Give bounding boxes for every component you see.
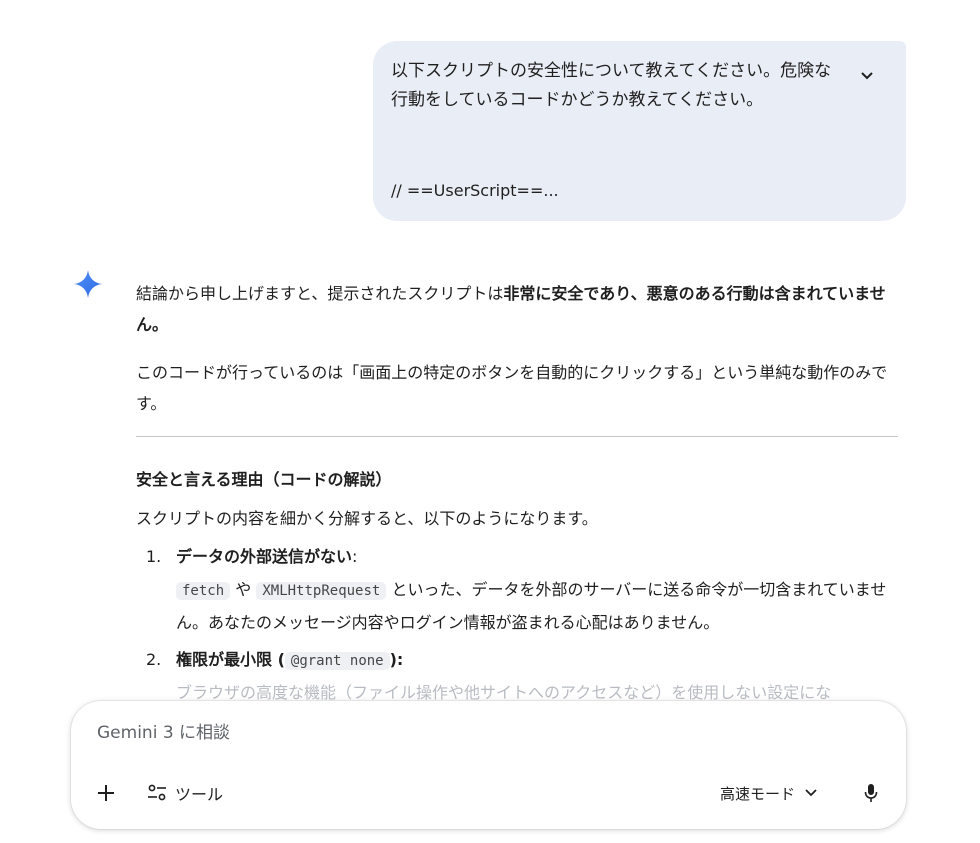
- list-item-body: fetch や XMLHttpRequest といった、データを外部のサーバーに…: [176, 574, 896, 638]
- microphone-button[interactable]: [858, 780, 884, 806]
- list-item-heading-bold: 権限が最小限 (: [176, 650, 285, 669]
- response-paragraph-summary: このコードが行っているのは「画面上の特定のボタンを自動的にクリックする」という単…: [136, 363, 888, 413]
- section-intro: スクリプトの内容を細かく分解すると、以下のようになります。: [136, 509, 598, 528]
- user-message-code-preview: // ==UserScript==...: [391, 181, 559, 200]
- add-attachment-button[interactable]: [93, 780, 119, 806]
- list-number: 1.: [146, 547, 162, 566]
- model-mode-selector[interactable]: 高速モード: [720, 780, 817, 806]
- tools-label: ツール: [175, 785, 224, 804]
- tools-button[interactable]: ツール: [147, 780, 223, 806]
- tools-sliders-icon: [148, 784, 166, 801]
- list-number: 2.: [146, 650, 162, 669]
- user-message-bubble: 以下スクリプトの安全性について教えてください。危険な行動をしているコードかどうか…: [373, 41, 906, 221]
- chevron-down-icon: [805, 789, 817, 797]
- inline-code: XMLHttpRequest: [256, 582, 387, 600]
- gemini-spark-icon: [74, 270, 102, 298]
- mode-label: 高速モード: [720, 784, 796, 803]
- response-paragraph-conclusion: 結論から申し上げますと、提示されたスクリプトは非常に安全であり、悪意のある行動は…: [136, 278, 898, 340]
- conclusion-text: 結論から申し上げますと、提示されたスクリプトは: [136, 284, 504, 303]
- chevron-down-icon: [861, 72, 873, 80]
- inline-code: fetch: [176, 582, 231, 600]
- inline-code: @grant none: [284, 652, 390, 670]
- plus-icon: [98, 785, 114, 801]
- prompt-composer: ツール 高速モード: [71, 701, 906, 829]
- list-item-heading: データの外部送信がない:: [176, 543, 357, 571]
- microphone-icon: [864, 784, 878, 802]
- section-heading: 安全と言える理由（コードの解説）: [136, 470, 392, 489]
- user-message-text: 以下スクリプトの安全性について教えてください。危険な行動をしているコードかどうか…: [391, 61, 832, 110]
- prompt-input[interactable]: [97, 723, 797, 743]
- expand-message-button[interactable]: [854, 63, 880, 89]
- list-item-heading-suffix: ):: [389, 650, 404, 669]
- list-item-heading: 権限が最小限 (@grant none):: [176, 646, 403, 675]
- list-item-text: や: [230, 580, 257, 599]
- list-item-heading-suffix: :: [352, 547, 358, 566]
- horizontal-divider: [136, 436, 898, 437]
- list-item-heading-bold: データの外部送信がない: [176, 547, 353, 566]
